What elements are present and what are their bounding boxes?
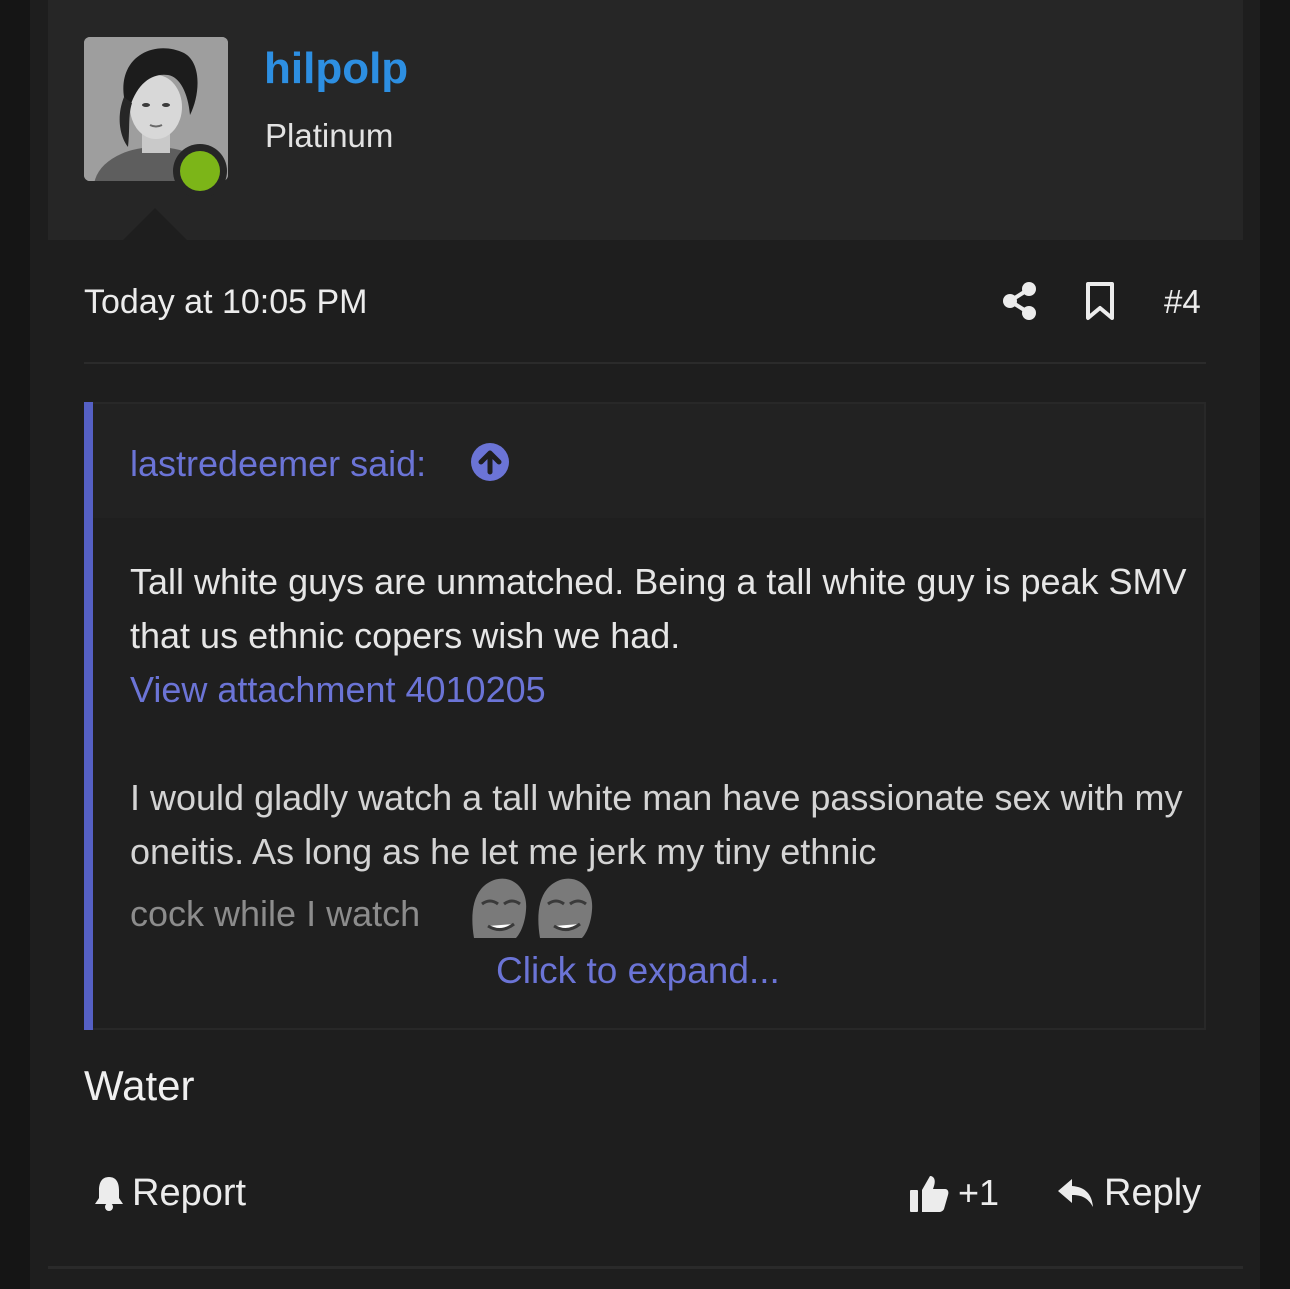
post-header-divider xyxy=(84,362,1206,364)
quote-accent-bar xyxy=(84,402,93,1030)
share-icon[interactable] xyxy=(1001,281,1039,321)
quote-faded-line: cock while I watch xyxy=(130,893,421,934)
post-number-link[interactable]: #4 xyxy=(1164,283,1201,321)
click-to-expand-link[interactable]: Click to expand... xyxy=(496,950,780,992)
post-username[interactable]: hilpolp xyxy=(264,44,408,94)
quote-paragraph-2: I would gladly watch a tall white man ha… xyxy=(130,777,1183,872)
quote-paragraph-1: Tall white guys are unmatched. Being a t… xyxy=(130,555,1190,717)
online-status-indicator xyxy=(173,144,227,198)
wojak-face-emoji xyxy=(472,878,527,938)
reply-label: Reply xyxy=(1104,1171,1202,1214)
reply-arrow-icon xyxy=(1058,1179,1093,1207)
attachment-link[interactable]: View attachment 4010205 xyxy=(130,663,1190,717)
thumbs-up-icon xyxy=(910,1176,949,1212)
arrow-up-circle-icon[interactable] xyxy=(470,442,510,482)
post-body-text: Water xyxy=(84,1062,195,1109)
post-bottom-divider xyxy=(48,1266,1243,1269)
quote-author[interactable]: lastredeemer said: xyxy=(130,443,426,485)
like-button[interactable]: +1 xyxy=(908,1170,999,1216)
user-title: Platinum xyxy=(265,117,394,154)
user-block-pointer xyxy=(122,208,188,241)
reply-button[interactable]: Reply xyxy=(1056,1170,1201,1216)
like-count: +1 xyxy=(958,1172,1000,1213)
post-date[interactable]: Today at 10:05 PM xyxy=(84,283,368,322)
bookmark-icon[interactable] xyxy=(1084,281,1116,321)
report-label: Report xyxy=(132,1171,247,1214)
wojak-face-emoji xyxy=(538,878,593,938)
report-button[interactable]: Report xyxy=(92,1170,246,1216)
bell-icon xyxy=(95,1177,123,1211)
quote-paragraph-1-text: Tall white guys are unmatched. Being a t… xyxy=(130,561,1187,656)
